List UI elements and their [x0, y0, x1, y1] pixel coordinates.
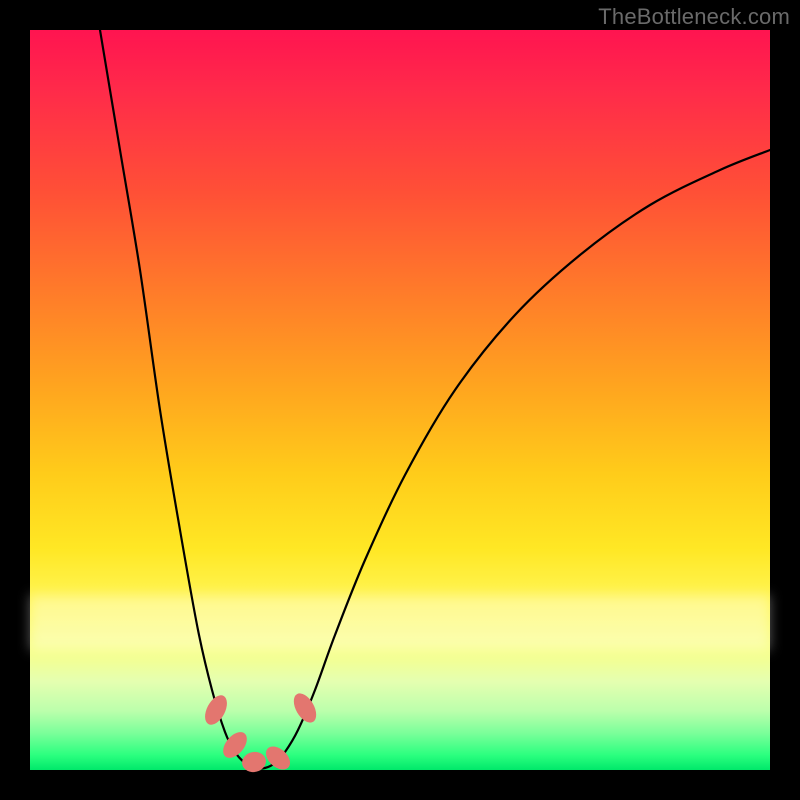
- curve-markers: [201, 690, 321, 775]
- watermark-text: TheBottleneck.com: [598, 4, 790, 30]
- marker-4: [289, 690, 321, 727]
- bottleneck-chart: [30, 30, 770, 770]
- marker-0: [201, 692, 232, 729]
- bottleneck-curve: [100, 30, 770, 769]
- marker-2: [240, 750, 268, 775]
